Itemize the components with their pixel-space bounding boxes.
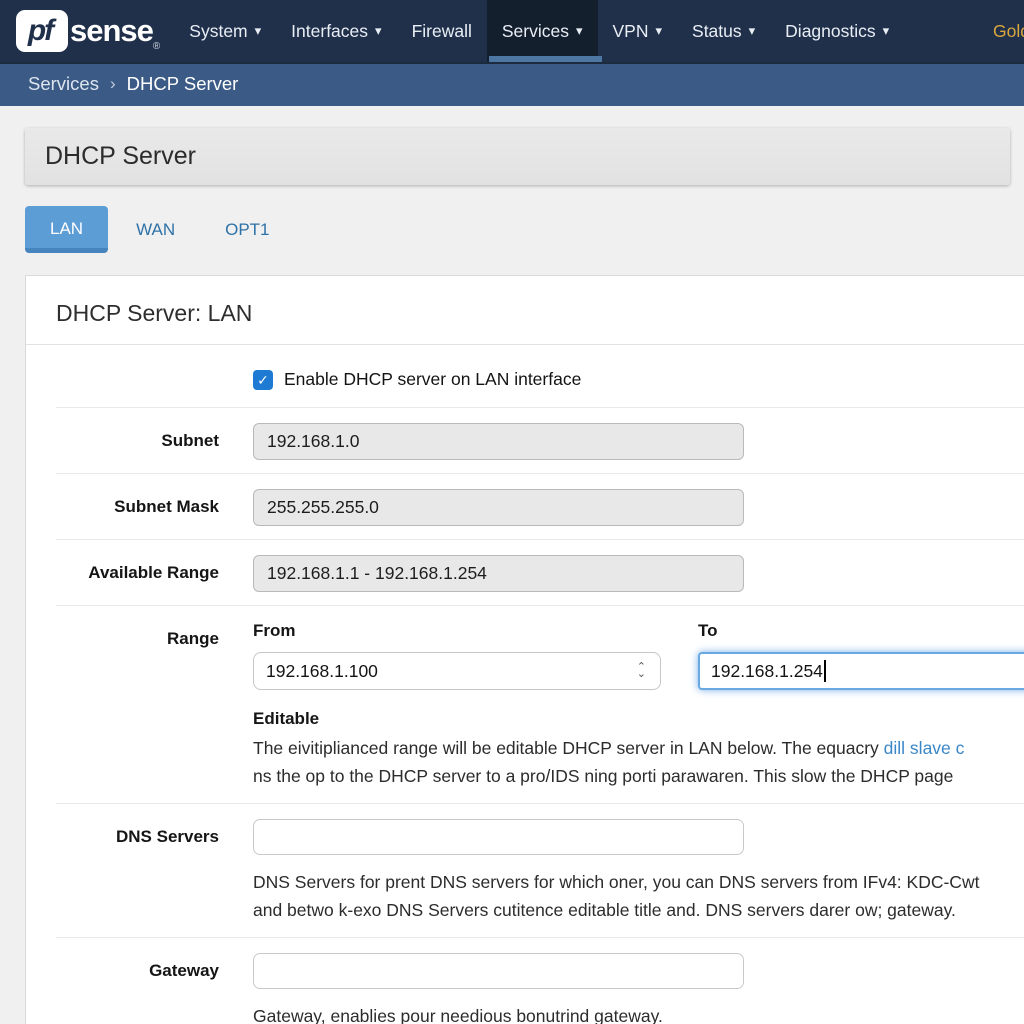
nav-item-status[interactable]: Status ▾ [677,0,770,62]
range-row: Range From 192.168.1.100 ⌃ ⌄ [56,606,1024,804]
dhcp-settings-panel: DHCP Server: LAN ✓ Enable DHCP server on… [25,275,1024,1024]
range-help-line1: The eivitiplianced range will be editabl… [253,734,1024,762]
logo-registered-mark: ® [153,41,160,62]
range-from-header: From [253,621,661,641]
enable-dhcp-row: ✓ Enable DHCP server on LAN interface [56,345,1024,408]
gateway-row: Gateway Gateway, enablies pour needious … [56,938,1024,1024]
nav-item-diagnostics[interactable]: Diagnostics ▾ [770,0,904,62]
logo-sense-text: sense [70,13,153,49]
dns-servers-row: DNS Servers DNS Servers for prent DNS se… [56,804,1024,938]
range-help-line2: ns the op to the DHCP server to a pro/ID… [253,762,1024,790]
breadcrumb-separator-icon: › [110,74,116,94]
tab-opt1[interactable]: OPT1 [203,207,291,253]
enable-dhcp-label: Enable DHCP server on LAN interface [284,369,581,390]
main-menu: System ▾ Interfaces ▾ Firewall Services … [174,0,904,62]
nav-item-firewall[interactable]: Firewall [397,0,487,62]
nav-label: Diagnostics [785,21,875,42]
range-label: Range [56,621,219,649]
subnet-mask-value-field: 255.255.255.0 [253,489,744,526]
gateway-label: Gateway [56,953,219,981]
gateway-input[interactable] [253,953,744,989]
available-range-value-field: 192.168.1.1 - 192.168.1.254 [253,555,744,592]
subnet-row: Subnet 192.168.1.0 [56,408,1024,474]
gateway-help-line: Gateway, enablies pour needious bonutrin… [253,1002,1024,1024]
text-cursor [824,660,826,682]
chevron-down-icon: ▾ [655,23,662,39]
logo-pf-text: pf [28,14,56,48]
chevron-down-icon: ▾ [255,23,262,39]
top-navbar: pf sense ® System ▾ Interfaces ▾ Firewal… [0,0,1024,62]
nav-item-interfaces[interactable]: Interfaces ▾ [276,0,396,62]
available-range-label: Available Range [56,555,219,583]
checkmark-icon: ✓ [257,373,269,387]
subnet-mask-label: Subnet Mask [56,489,219,517]
dns-servers-label: DNS Servers [56,819,219,847]
nav-label: Firewall [412,21,472,42]
page-title: DHCP Server [45,142,196,171]
subnet-value-field: 192.168.1.0 [253,423,744,460]
pfsense-logo-icon: pf [16,10,68,52]
range-to-value: 192.168.1.254 [711,661,823,682]
dns-servers-input[interactable] [253,819,744,855]
range-to-header: To [698,621,1024,641]
nav-item-gold[interactable]: Gold [979,0,1024,62]
breadcrumb: Services › DHCP Server [0,62,1024,106]
empty-label [56,360,219,368]
nav-item-vpn[interactable]: VPN ▾ [598,0,678,62]
nav-label: Interfaces [291,21,368,42]
chevron-down-icon: ▾ [375,23,382,39]
pfsense-logo[interactable]: pf sense ® [0,0,160,62]
range-from-value: 192.168.1.100 [266,661,378,682]
dns-help-line2: and betwo k-exo DNS Servers cutitence ed… [253,896,1024,924]
subnet-mask-row: Subnet Mask 255.255.255.0 [56,474,1024,540]
range-to-input[interactable]: 192.168.1.254 [698,652,1024,690]
stepper-down-icon[interactable]: ⌄ [637,671,646,678]
nav-item-services[interactable]: Services ▾ [487,0,598,62]
nav-label: System [189,21,247,42]
nav-label: Status [692,21,742,42]
enable-dhcp-checkbox[interactable]: ✓ [253,370,273,390]
tab-wan[interactable]: WAN [114,207,197,253]
editable-heading: Editable [253,709,1024,729]
subnet-label: Subnet [56,423,219,451]
range-from-input[interactable]: 192.168.1.100 ⌃ ⌄ [253,652,661,690]
dns-help-line1: DNS Servers for prent DNS servers for wh… [253,868,1024,896]
range-help-link[interactable]: dill slave c [884,738,965,758]
chevron-down-icon: ▾ [883,23,890,39]
range-help-text: The eivitiplianced range will be editabl… [253,738,884,758]
number-stepper[interactable]: ⌃ ⌄ [637,664,648,678]
breadcrumb-current-page: DHCP Server [127,73,239,95]
nav-label: Services [502,21,569,42]
chevron-down-icon: ▾ [576,23,583,39]
chevron-down-icon: ▾ [749,23,756,39]
tab-lan[interactable]: LAN [25,206,108,253]
nav-label: VPN [613,21,649,42]
page-title-bar: DHCP Server [25,128,1010,185]
nav-item-system[interactable]: System ▾ [174,0,276,62]
panel-heading: DHCP Server: LAN [26,276,1024,344]
dhcp-settings-form: ✓ Enable DHCP server on LAN interface Su… [26,344,1024,1024]
interface-tabs: LAN WAN OPT1 [25,206,1024,253]
breadcrumb-services[interactable]: Services [28,73,99,95]
available-range-row: Available Range 192.168.1.1 - 192.168.1.… [56,540,1024,606]
